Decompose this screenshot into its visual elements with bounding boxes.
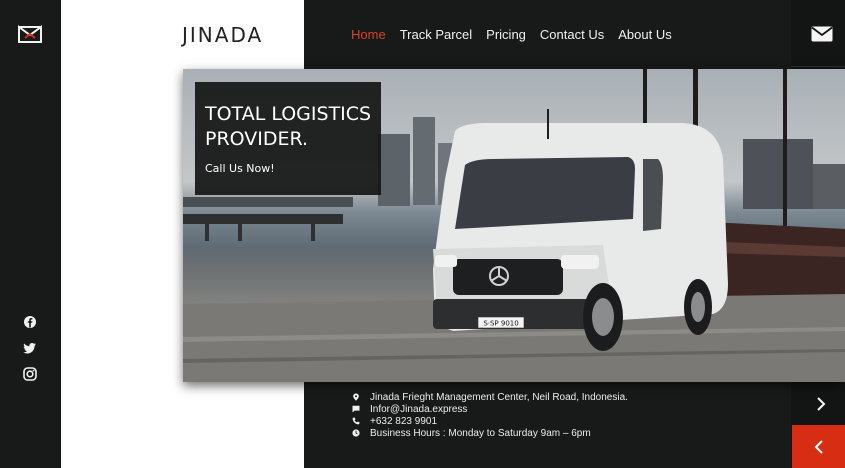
address-row: Jinada Frieght Management Center, Neil R… — [352, 391, 628, 403]
hero-caption: TOTAL LOGISTICS PROVIDER. Call Us Now! — [195, 82, 381, 195]
chevron-left-icon — [814, 439, 823, 454]
hours-text: Business Hours : Monday to Saturday 9am … — [370, 427, 591, 439]
nav-about-us[interactable]: About Us — [618, 27, 671, 42]
phone-row: +632 823 9901 — [352, 415, 628, 427]
nav-home[interactable]: Home — [351, 27, 386, 42]
contact-info: Jinada Frieght Management Center, Neil R… — [352, 391, 628, 439]
hero-title: TOTAL LOGISTICS PROVIDER. — [205, 103, 372, 150]
hours-row: Business Hours : Monday to Saturday 9am … — [352, 427, 628, 439]
nav-track-parcel[interactable]: Track Parcel — [400, 27, 472, 42]
call-us-link[interactable]: Call Us Now! — [205, 162, 275, 175]
next-slide-button[interactable] — [797, 383, 845, 425]
prev-slide-button[interactable] — [792, 425, 845, 468]
email-row: Infor@Jinada.express — [352, 403, 628, 415]
facebook-icon[interactable] — [22, 314, 38, 330]
phone-text[interactable]: +632 823 9901 — [370, 416, 437, 427]
address-text: Jinada Frieght Management Center, Neil R… — [370, 391, 628, 403]
envelope-icon[interactable] — [811, 26, 833, 42]
logo-icon[interactable] — [17, 23, 43, 45]
instagram-icon[interactable] — [22, 366, 38, 382]
brand-wordmark[interactable]: JINADA — [182, 23, 263, 47]
message-icon — [352, 405, 360, 413]
email-text[interactable]: Infor@Jinada.express — [370, 404, 467, 415]
chevron-right-icon — [817, 397, 826, 411]
location-pin-icon — [352, 393, 360, 401]
left-rail — [0, 0, 61, 468]
clock-icon — [352, 429, 360, 437]
main-nav: Home Track Parcel Pricing Contact Us Abo… — [351, 27, 672, 42]
phone-icon — [352, 417, 360, 425]
nav-contact-us[interactable]: Contact Us — [540, 27, 604, 42]
license-plate: S·SP 9010 — [483, 320, 518, 328]
nav-pricing[interactable]: Pricing — [486, 27, 526, 42]
twitter-icon[interactable] — [22, 340, 38, 356]
